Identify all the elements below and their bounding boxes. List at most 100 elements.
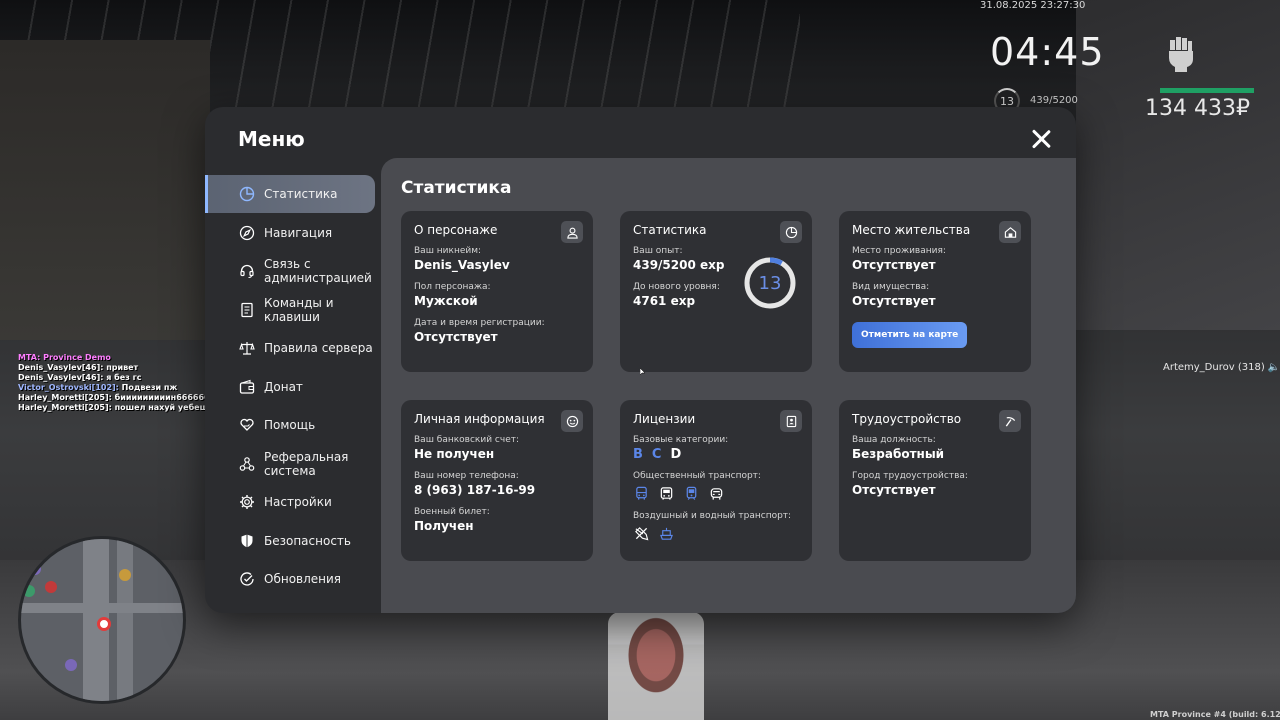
sidebar-item-label: Навигация bbox=[264, 225, 333, 240]
player-character bbox=[608, 612, 704, 720]
menu-content: Статистика О персонаже Ваш никнейм: Deni… bbox=[381, 158, 1076, 613]
registration-label: Дата и время регистрации: bbox=[414, 318, 545, 328]
minimap-road bbox=[21, 603, 183, 613]
card-licenses: Лицензии Базовые категории: B C D Общест… bbox=[620, 400, 812, 561]
phone-value: 8 (963) 187-16-99 bbox=[414, 483, 536, 497]
hud-datetime: 31.08.2025 23:27:30 bbox=[980, 0, 1086, 11]
sidebar-item-settings[interactable]: Настройки bbox=[205, 483, 381, 521]
license-category-c: C bbox=[651, 447, 662, 462]
heart-hand-icon bbox=[238, 416, 256, 434]
military-id-value: Получен bbox=[414, 519, 474, 533]
minimap-marker bbox=[23, 585, 35, 597]
sidebar-item-statistics[interactable]: Статистика bbox=[205, 175, 375, 213]
pie-chart-icon bbox=[780, 221, 802, 243]
plane-icon bbox=[633, 525, 649, 541]
air-water-transport-label: Воздушный и водный транспорт: bbox=[633, 511, 792, 521]
sidebar-item-donate[interactable]: Донат bbox=[205, 368, 381, 406]
nickname-value: Denis_Vasylev bbox=[414, 258, 510, 272]
license-category-d: D bbox=[670, 447, 682, 462]
building-left bbox=[0, 40, 210, 340]
sidebar-item-rules[interactable]: Правила сервера bbox=[205, 329, 381, 367]
property-type-label: Вид имущества: bbox=[852, 282, 930, 292]
sidebar-item-updates[interactable]: Обновления bbox=[205, 560, 381, 598]
card-statistics: Статистика Ваш опыт: 439/5200 exp До нов… bbox=[620, 211, 812, 372]
registration-value: Отсутствует bbox=[414, 330, 498, 344]
minimap bbox=[18, 536, 186, 704]
scales-icon bbox=[238, 339, 256, 357]
residence-place-value: Отсутствует bbox=[852, 258, 936, 272]
tram-icon bbox=[658, 485, 674, 501]
card-character: О персонаже Ваш никнейм: Denis_Vasylev П… bbox=[401, 211, 593, 372]
build-info: MTA Province #4 (build: 6.12417.9) bbox=[1150, 710, 1280, 719]
base-categories-label: Базовые категории: bbox=[633, 435, 729, 445]
phone-label: Ваш номер телефона: bbox=[414, 471, 519, 481]
sidebar-item-label: Статистика bbox=[264, 187, 338, 201]
sidebar-item-referral[interactable]: Реферальная система bbox=[205, 445, 381, 483]
mouse-cursor bbox=[639, 361, 646, 376]
close-button[interactable] bbox=[1029, 127, 1053, 151]
bank-account-value: Не получен bbox=[414, 447, 495, 461]
document-icon bbox=[238, 301, 256, 319]
card-title: Личная информация bbox=[414, 412, 545, 426]
minimap-marker bbox=[29, 563, 41, 575]
sidebar-item-label: Обновления bbox=[264, 572, 342, 586]
compass-icon bbox=[238, 224, 256, 242]
menu-window: Меню Статистика Навигация Связь с админи… bbox=[205, 107, 1076, 613]
player-nametag: Artemy_Durov (318) 🔈 bbox=[1163, 362, 1280, 373]
sidebar-item-label: Команды и клавиши bbox=[264, 295, 334, 324]
public-transport-icons bbox=[633, 485, 799, 501]
sidebar-item-commands[interactable]: Команды и клавиши bbox=[205, 291, 381, 329]
card-title: Лицензии bbox=[633, 412, 696, 426]
minimap-road bbox=[117, 539, 133, 701]
sidebar-item-label: Правила сервера bbox=[264, 341, 373, 355]
train-icon bbox=[683, 485, 699, 501]
gender-label: Пол персонажа: bbox=[414, 282, 491, 292]
smile-icon bbox=[561, 410, 583, 432]
ship-icon bbox=[658, 525, 674, 541]
card-personal-info: Личная информация Ваш банковский счет: Н… bbox=[401, 400, 593, 561]
sidebar-item-label: Реферальная система bbox=[264, 449, 349, 478]
hud-money: 134 433₽ bbox=[1145, 96, 1250, 121]
level-progress-ring: 13 bbox=[743, 256, 797, 310]
gear-icon bbox=[238, 493, 256, 511]
menu-title: Меню bbox=[238, 127, 305, 151]
sidebar-item-navigation[interactable]: Навигация bbox=[205, 214, 381, 252]
sidebar-item-label: Безопасность bbox=[264, 533, 351, 548]
position-label: Ваша должность: bbox=[852, 435, 936, 445]
check-circle-icon bbox=[238, 570, 256, 588]
sidebar-item-label: Донат bbox=[264, 379, 303, 394]
sidebar-item-help[interactable]: Помощь bbox=[205, 406, 381, 444]
minimap-marker bbox=[65, 659, 77, 671]
minimap-marker bbox=[119, 569, 131, 581]
card-residence: Место жительства Место проживания: Отсут… bbox=[839, 211, 1031, 372]
headset-icon bbox=[238, 262, 256, 280]
pie-chart-icon bbox=[238, 185, 256, 203]
sidebar-item-label: Настройки bbox=[264, 495, 332, 509]
level-number: 13 bbox=[758, 272, 782, 294]
hud-money-bar bbox=[1160, 88, 1254, 93]
property-type-value: Отсутствует bbox=[852, 294, 936, 308]
shield-icon bbox=[238, 532, 256, 550]
minimap-player-marker bbox=[97, 617, 111, 631]
hud-exp: 439/5200 bbox=[1030, 95, 1078, 106]
bank-account-label: Ваш банковский счет: bbox=[414, 435, 520, 445]
sidebar-item-contact-admin[interactable]: Связь с администрацией bbox=[205, 252, 381, 290]
bus-icon bbox=[633, 485, 649, 501]
card-title: Трудоустройство bbox=[852, 412, 962, 426]
wallet-icon bbox=[238, 378, 256, 396]
minimap-marker bbox=[45, 581, 57, 593]
fist-icon bbox=[1164, 34, 1196, 72]
mark-on-map-button[interactable]: Отметить на карте bbox=[852, 322, 968, 348]
user-icon bbox=[561, 221, 583, 243]
card-title: О персонаже bbox=[414, 223, 498, 237]
license-categories: B C D bbox=[633, 447, 799, 462]
card-title: Место жительства bbox=[852, 223, 971, 237]
license-category-b: B bbox=[633, 447, 643, 462]
sidebar-item-label: Помощь bbox=[264, 418, 316, 432]
pickaxe-icon bbox=[999, 410, 1021, 432]
trolleybus-icon bbox=[708, 485, 724, 501]
sidebar-item-label: Связь с администрацией bbox=[264, 257, 372, 285]
air-water-transport-icons bbox=[633, 525, 799, 541]
sidebar-item-security[interactable]: Безопасность bbox=[205, 522, 381, 560]
residence-place-label: Место проживания: bbox=[852, 246, 946, 256]
